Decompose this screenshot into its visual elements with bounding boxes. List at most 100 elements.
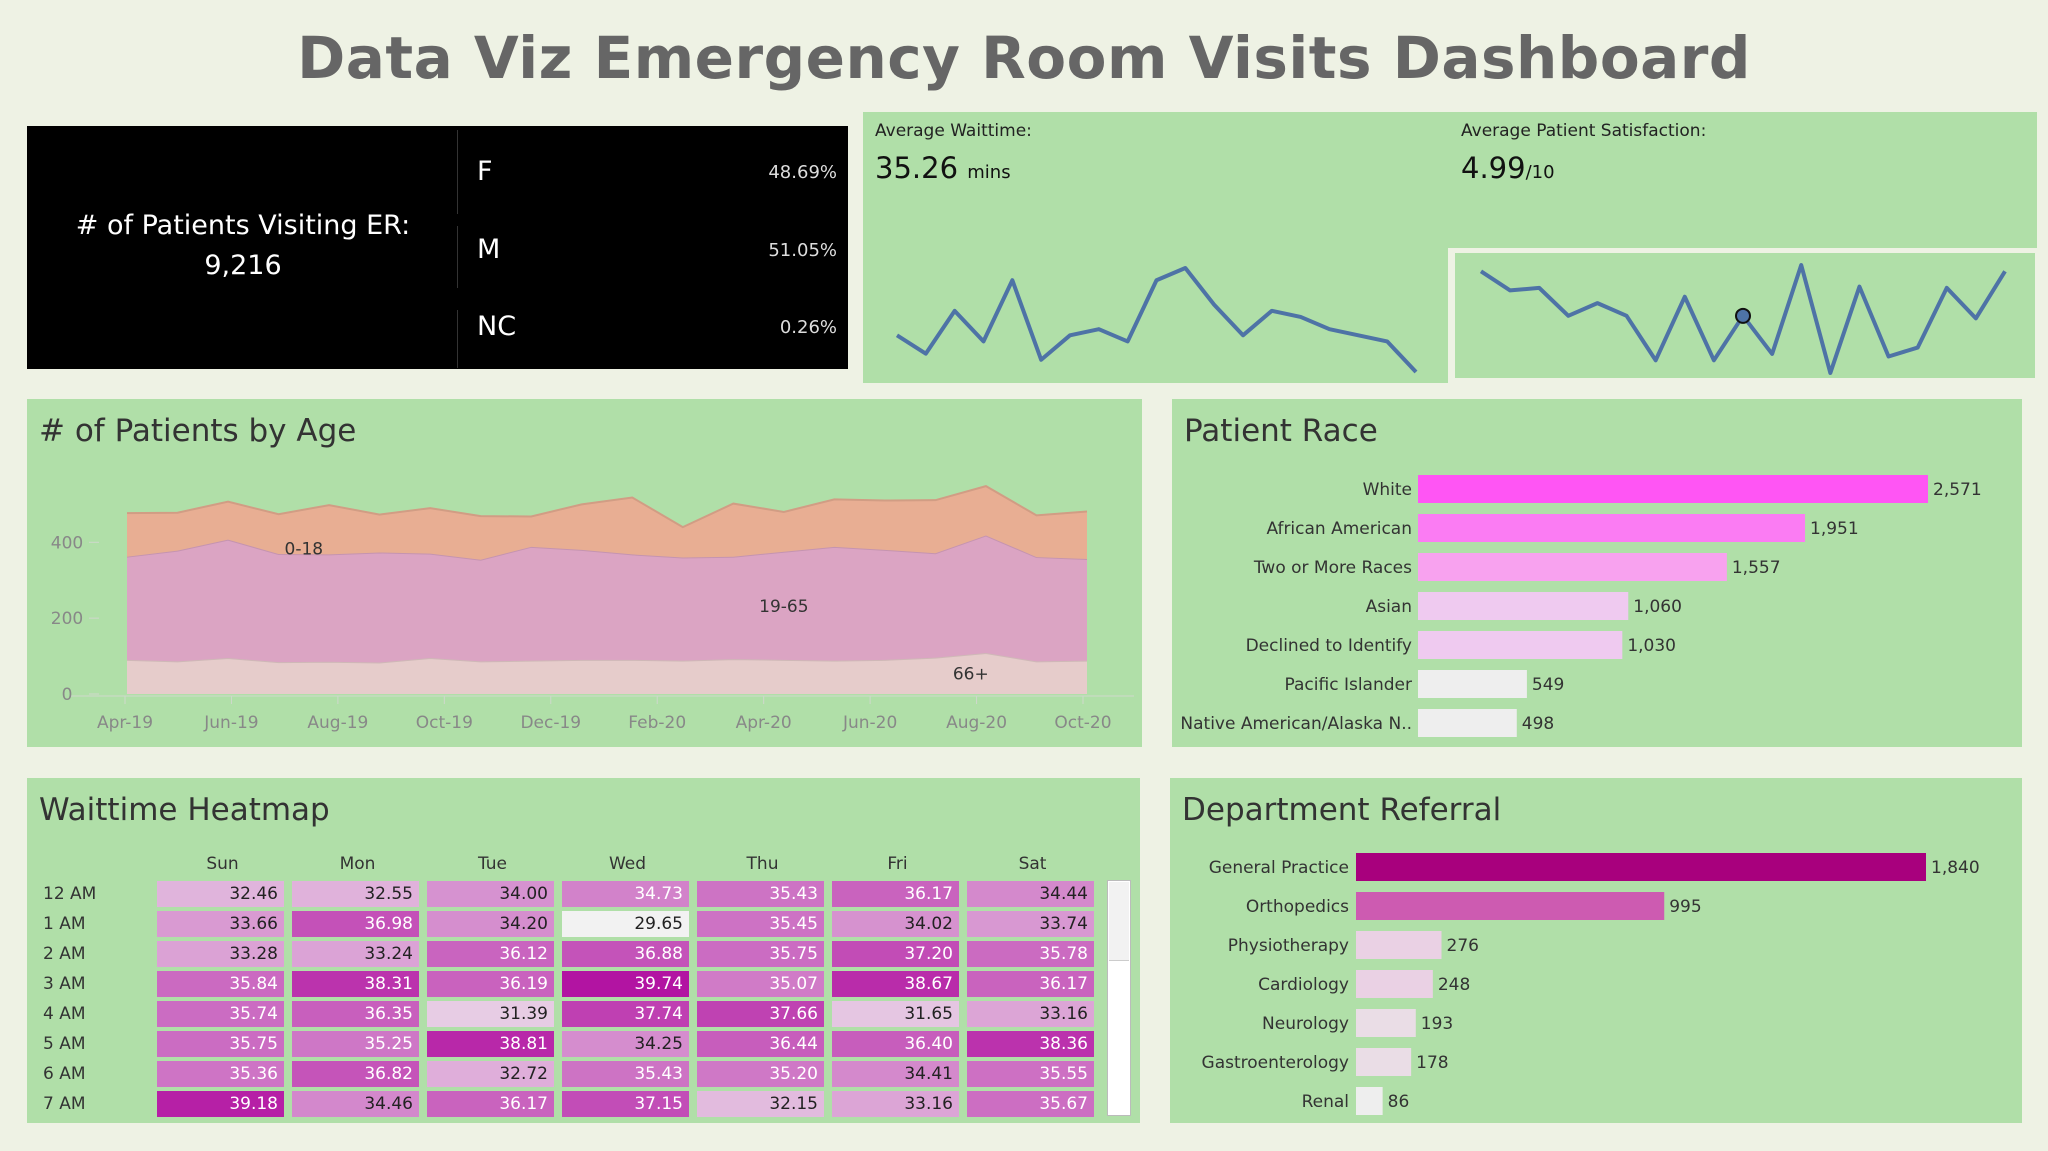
heatmap-column-header: Wed	[608, 854, 647, 874]
x-tick-label: Jun-19	[203, 713, 258, 733]
bar-category-label: African American	[1266, 519, 1412, 539]
heatmap-cell: 34.20	[427, 911, 554, 937]
heatmap-cell: 33.16	[832, 1091, 959, 1117]
heatmap-row-header: 12 AM	[43, 884, 97, 904]
bar-category-label: Two or More Races	[1253, 558, 1412, 578]
heatmap-column-header: Tue	[477, 854, 508, 874]
y-tick-label: 400	[51, 533, 83, 553]
bar-category-label: Renal	[1302, 1092, 1349, 1112]
x-tick-label: Jun-20	[842, 713, 897, 733]
x-tick-label: Aug-19	[307, 713, 368, 733]
heatmap-cell: 31.39	[427, 1001, 554, 1027]
bar	[1418, 592, 1629, 620]
gender-pct: 48.69%	[768, 162, 837, 183]
bar-value-label: 549	[1532, 675, 1564, 695]
heatmap-cell: 33.16	[967, 1001, 1094, 1027]
heatmap-cell: 34.46	[292, 1091, 419, 1117]
bar-value-label: 1,951	[1810, 519, 1859, 539]
heatmap-cell: 32.55	[292, 881, 419, 907]
heatmap-cell: 38.36	[967, 1031, 1094, 1057]
gender-row: NC 0.26%	[477, 311, 837, 342]
bar	[1356, 853, 1926, 881]
gender-row: F 48.69%	[477, 156, 837, 187]
bar-value-label: 995	[1669, 897, 1701, 917]
heatmap-column-header: Sun	[206, 854, 239, 874]
waittime-value: 35.26 mins	[875, 151, 1011, 185]
gender-divider	[457, 226, 458, 288]
y-tick-label: 0	[62, 685, 73, 705]
heatmap-cell: 36.19	[427, 971, 554, 997]
bar-value-label: 498	[1522, 714, 1554, 734]
bar	[1356, 1087, 1383, 1115]
patients-kpi-panel: # of Patients Visiting ER: 9,216 F 48.69…	[27, 126, 848, 369]
bar	[1418, 514, 1806, 542]
heatmap-cell: 33.74	[967, 911, 1094, 937]
bar-category-label: Gastroenterology	[1202, 1053, 1349, 1073]
bar-value-label: 193	[1421, 1014, 1453, 1034]
heatmap-cell: 35.25	[292, 1031, 419, 1057]
race-bar-chart: White 2,571 African American 1,951 Two or Mo…	[1180, 475, 1982, 737]
bar-category-label: Neurology	[1262, 1014, 1349, 1034]
heatmap-cell: 34.02	[832, 911, 959, 937]
heatmap-cell: 37.74	[562, 1001, 689, 1027]
heatmap-cell: 38.67	[832, 971, 959, 997]
x-tick-label: Apr-20	[736, 713, 792, 733]
heatmap-row-header: 5 AM	[43, 1034, 86, 1054]
heatmap-cell: 37.66	[697, 1001, 824, 1027]
bar-value-label: 248	[1438, 975, 1470, 995]
waittime-label: Average Waittime:	[875, 121, 1032, 141]
bar-value-label: 1,060	[1633, 597, 1682, 617]
heatmap-cell: 36.12	[427, 941, 554, 967]
heatmap-cell: 37.15	[562, 1091, 689, 1117]
heatmap-row-header: 7 AM	[43, 1094, 86, 1114]
heatmap-row-header: 6 AM	[43, 1064, 86, 1084]
satisfaction-value: 4.99/10	[1461, 151, 1555, 185]
heatmap-cell: 33.66	[157, 911, 284, 937]
heatmap-cell: 36.35	[292, 1001, 419, 1027]
heatmap-cell: 34.44	[967, 881, 1094, 907]
heatmap-cell: 35.74	[157, 1001, 284, 1027]
bar-category-label: Orthopedics	[1246, 897, 1349, 917]
trend-line	[895, 266, 1418, 374]
x-tick-label: Oct-19	[416, 713, 473, 733]
heatmap-scrollbar[interactable]	[1107, 880, 1131, 1116]
bar	[1418, 631, 1623, 659]
bar	[1356, 931, 1442, 959]
scrollbar-thumb[interactable]	[1109, 882, 1129, 961]
trend-highlight-point	[1735, 307, 1751, 324]
heatmap-column-header: Sat	[1018, 854, 1047, 874]
bar-category-label: Cardiology	[1258, 975, 1349, 995]
heatmap-cell: 35.43	[697, 881, 824, 907]
y-tick-label: 200	[51, 609, 83, 629]
heatmap-row-header: 4 AM	[43, 1004, 86, 1024]
heatmap-cell: 36.40	[832, 1031, 959, 1057]
heatmap-cell: 35.84	[157, 971, 284, 997]
gender-label: NC	[477, 311, 517, 342]
bar-category-label: Pacific Islander	[1285, 675, 1412, 695]
bar-value-label: 1,030	[1627, 636, 1676, 656]
heatmap-cell: 35.75	[157, 1031, 284, 1057]
heatmap-cell: 35.78	[967, 941, 1094, 967]
gender-divider	[457, 310, 458, 368]
bar	[1418, 475, 1928, 503]
heatmap-cell: 36.82	[292, 1061, 419, 1087]
bar	[1418, 553, 1727, 581]
x-tick-label: Dec-19	[520, 713, 581, 733]
heatmap-cell: 32.15	[697, 1091, 824, 1117]
heatmap-cell: 35.20	[697, 1061, 824, 1087]
series-label: 0-18	[285, 539, 324, 559]
heatmap-panel: Waittime Heatmap Sun Mon Tue Wed Thu Fri Sat 12…	[27, 778, 1140, 1123]
bar-value-label: 276	[1447, 936, 1479, 956]
bar-category-label: General Practice	[1209, 858, 1349, 878]
heatmap-column-header: Mon	[339, 854, 376, 874]
heatmap-cell: 34.73	[562, 881, 689, 907]
heatmap-cell: 32.72	[427, 1061, 554, 1087]
heatmap-title: Waittime Heatmap	[39, 792, 330, 828]
heatmap-row-header: 1 AM	[43, 914, 86, 934]
heatmap-cell: 37.20	[832, 941, 959, 967]
bar-category-label: Physiotherapy	[1228, 936, 1349, 956]
bar	[1356, 892, 1665, 920]
race-chart-panel: Patient Race White 2,571 African American 1…	[1172, 399, 2022, 747]
bar-value-label: 86	[1388, 1092, 1410, 1112]
heatmap-cell: 35.36	[157, 1061, 284, 1087]
